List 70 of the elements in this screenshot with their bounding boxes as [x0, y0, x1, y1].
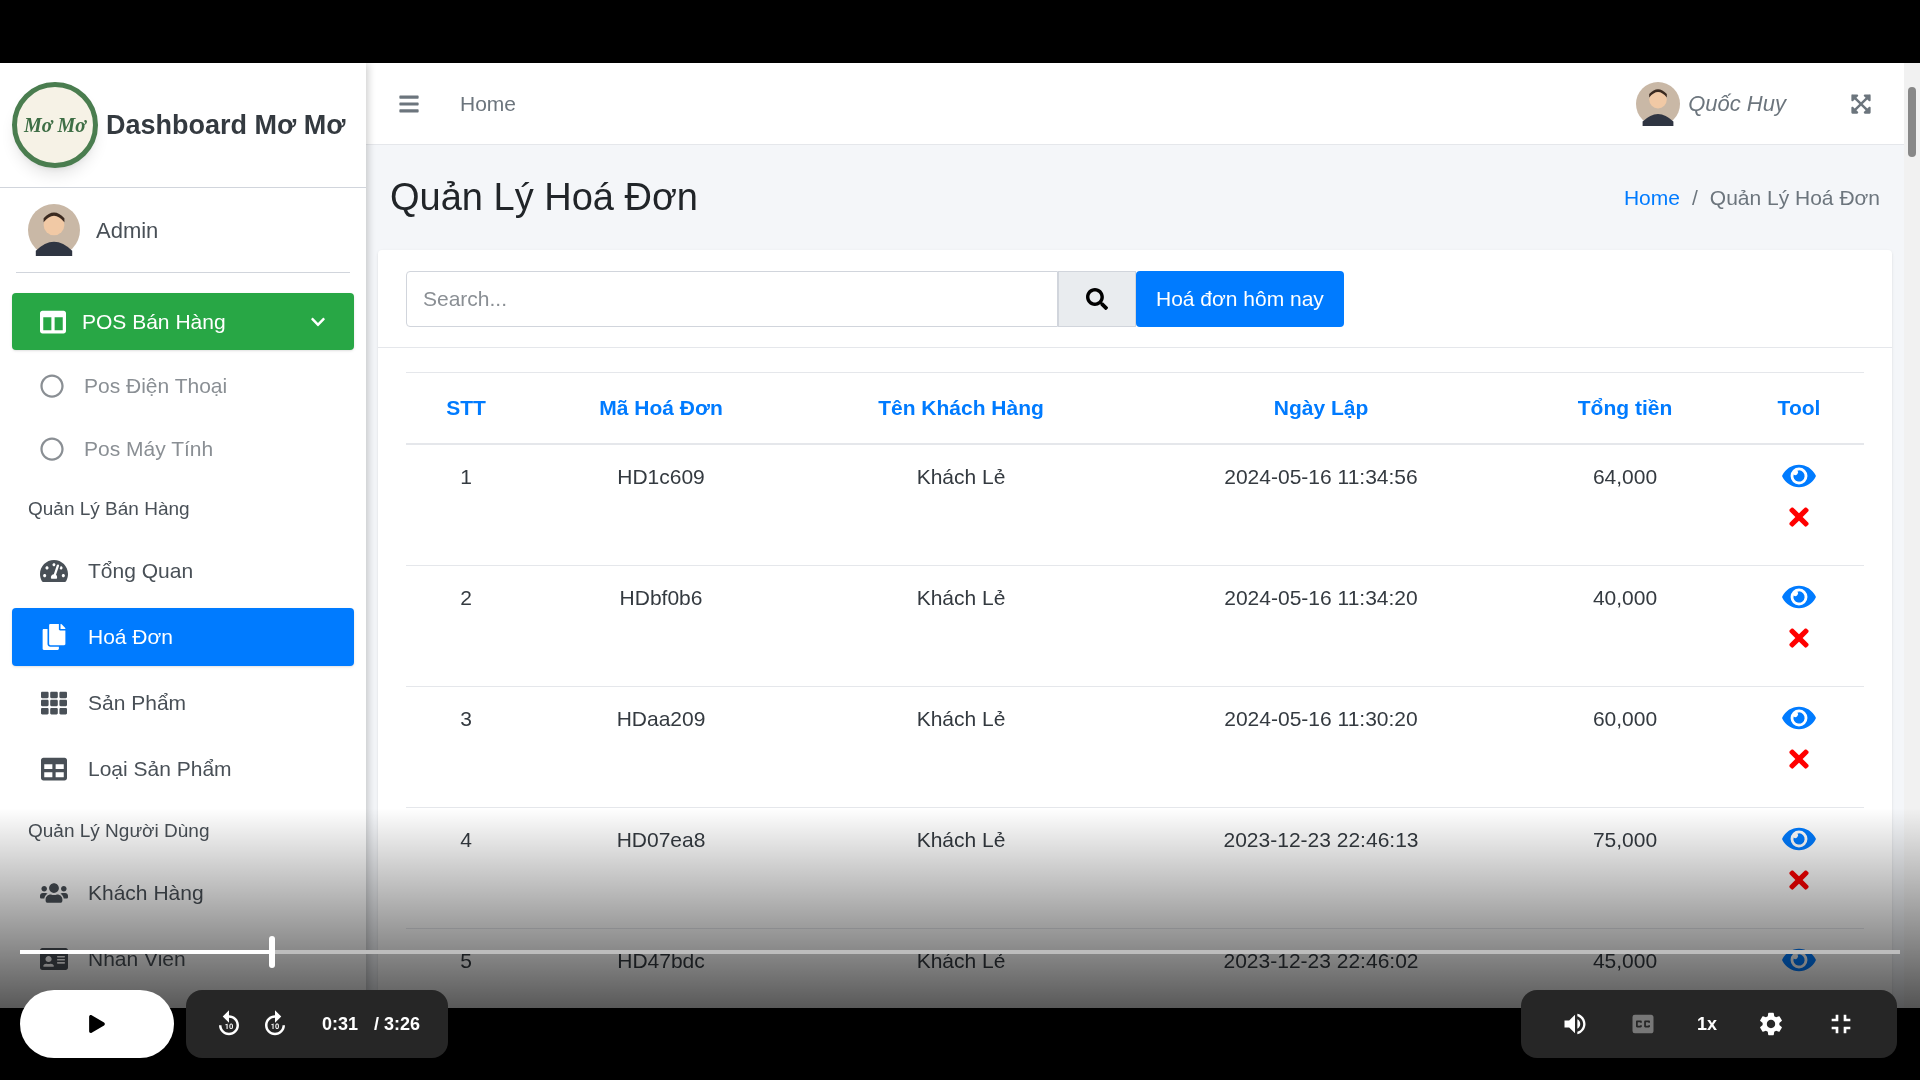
table-cell-text: 5	[460, 948, 472, 974]
table-cell-text: 2023-12-23 22:46:13	[1223, 827, 1419, 853]
column-header: Tổng tiền	[1576, 395, 1674, 422]
user-name[interactable]: Quốc Huy	[1688, 87, 1786, 120]
table-cell-text: Khách Lẻ	[916, 706, 1006, 732]
table-cell-text: Khách Lẻ	[916, 464, 1006, 490]
user-avatar	[1636, 81, 1681, 126]
sidebar-item[interactable]: Loại Sản Phẩm	[12, 740, 354, 798]
column-header: STT	[445, 395, 487, 422]
breadcrumb-separator: /	[1691, 184, 1698, 211]
column-header: Tool	[1776, 395, 1822, 422]
column-header: Mã Hoá Đơn	[598, 395, 724, 422]
table-cell-text: 2	[460, 585, 472, 611]
speed-button[interactable]: 1x	[1696, 1010, 1717, 1038]
table-cell-text: 64,000	[1592, 464, 1658, 490]
table-cell-text: HDaa209	[616, 706, 706, 732]
table-cell-text: 60,000	[1592, 706, 1658, 732]
column-header: Ngày Lập	[1272, 395, 1370, 422]
progress-thumb[interactable]	[268, 936, 275, 968]
user-avatar	[28, 204, 80, 256]
table-cell-text: 40,000	[1592, 585, 1658, 611]
play-icon	[88, 1015, 106, 1033]
table-cell-text: Khách Lẻ	[916, 948, 1006, 974]
today-invoices-button[interactable]: Hoá đơn hôm nay	[1136, 270, 1344, 327]
user-name: Admin	[96, 216, 159, 245]
page-title: Quản Lý Hoá Đơn	[390, 175, 698, 220]
sidebar-item[interactable]: Khách Hàng	[12, 864, 354, 922]
logo-text: Mơ Mơ	[24, 113, 86, 138]
grid-icon	[40, 690, 68, 716]
table-cell-text: 2024-05-16 11:34:20	[1224, 585, 1418, 611]
fullscreen-icon[interactable]	[1850, 92, 1872, 115]
gauge-icon	[40, 558, 68, 584]
nav-link[interactable]: Home	[460, 87, 517, 120]
table-cell-text: 4	[460, 827, 472, 853]
users-icon	[40, 880, 68, 906]
table-cell-text: 2024-05-16 11:30:20	[1224, 706, 1418, 732]
sidebar-subitem[interactable]: Pos Máy Tính	[12, 421, 354, 476]
scrollbar[interactable]	[1904, 63, 1920, 1008]
search-field[interactable]: Search...	[406, 270, 1058, 327]
sidebar-menu[interactable]: POS Bán Hàng	[12, 293, 354, 350]
breadcrumb-current: Quản Lý Hoá Đơn	[1709, 184, 1880, 211]
current-time: 0:31	[322, 1012, 359, 1036]
breadcrumb-link[interactable]: Home	[1623, 181, 1680, 214]
table-cell-text: HDbf0b6	[619, 585, 703, 611]
documents-icon	[40, 624, 68, 650]
brand-title: Dashboard Mơ Mơ	[106, 108, 346, 142]
sidebar-item[interactable]: Sản Phẩm	[12, 674, 354, 732]
sidebar-item[interactable]: Hoá Đơn	[12, 608, 354, 666]
table-cell-text: Khách Lẻ	[916, 827, 1006, 853]
sidebar-section-title: Quản Lý Người Dùng	[27, 818, 211, 843]
search-button[interactable]	[1058, 270, 1136, 327]
columns-icon	[40, 308, 66, 335]
table-cell-text: 3	[460, 706, 472, 732]
column-header: Tên Khách Hàng	[877, 395, 1045, 422]
sidebar-section-title: Quản Lý Bán Hàng	[27, 496, 191, 521]
sidebar-item[interactable]: Tổng Quan	[12, 542, 354, 600]
search-icon	[1086, 287, 1108, 310]
table-icon	[40, 756, 68, 782]
table-cell-text: HD47bdc	[617, 948, 705, 974]
duration: / 3:26	[374, 1012, 421, 1036]
table-cell-text: HD1c609	[617, 464, 705, 490]
table-cell-text: 1	[460, 464, 472, 490]
table-cell-text: 2023-12-23 22:46:02	[1223, 948, 1419, 974]
sidebar-subitem[interactable]: Pos Điện Thoại	[12, 358, 354, 413]
table-cell-text: 75,000	[1592, 827, 1658, 853]
table-cell-text: Khách Lẻ	[916, 585, 1006, 611]
table-cell-text: HD07ea8	[616, 827, 706, 853]
table-cell-text: 45,000	[1592, 948, 1658, 974]
settings-icon[interactable]	[1757, 1010, 1785, 1038]
table-cell-text: 2024-05-16 11:34:56	[1224, 464, 1418, 490]
